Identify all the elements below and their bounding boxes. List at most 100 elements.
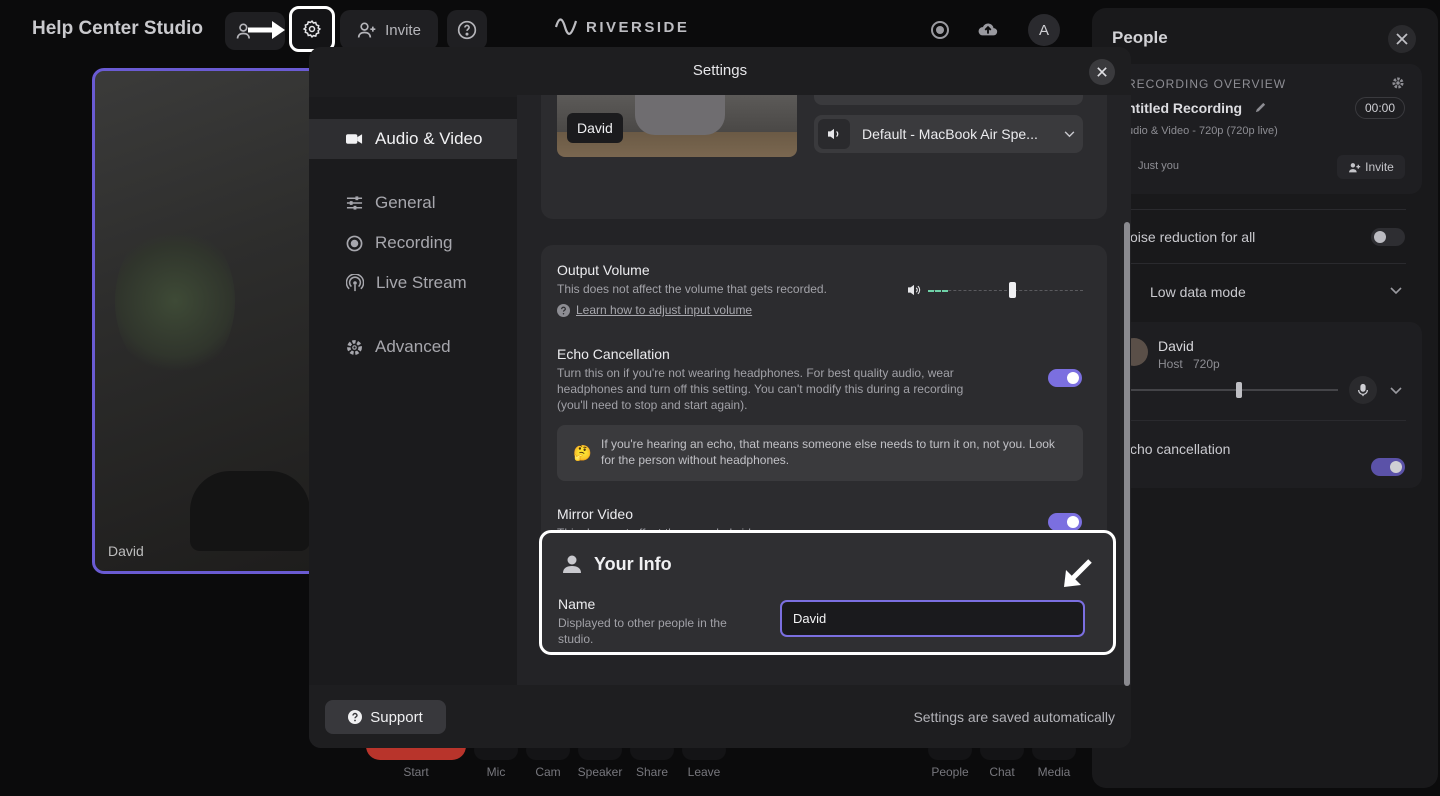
person-volume-handle[interactable] [1236, 382, 1242, 398]
record-status-icon[interactable] [930, 20, 950, 40]
invite-button[interactable]: Invite [340, 10, 438, 50]
settings-saved-note: Settings are saved automatically [913, 709, 1115, 725]
your-info-title: Your Info [594, 554, 672, 574]
settings-nav-recording[interactable]: Recording [309, 223, 517, 263]
mirror-video-title: Mirror Video [557, 506, 633, 522]
device-preview-box: David Default - MacBook Air Spe... [541, 95, 1107, 219]
control-label-share: Share [635, 765, 669, 779]
preview-name-badge: David [567, 113, 623, 143]
gear-icon [302, 19, 322, 39]
microphone-select[interactable] [814, 95, 1083, 105]
recording-timer: 00:00 [1355, 97, 1405, 119]
wave-logo-icon [554, 18, 578, 35]
overview-settings-icon[interactable] [1391, 76, 1405, 90]
edit-pencil-icon[interactable] [1254, 101, 1267, 114]
person-mic-button[interactable] [1349, 376, 1377, 404]
chevron-down-icon[interactable] [1390, 287, 1402, 295]
record-icon [346, 235, 363, 251]
help-button[interactable] [447, 10, 487, 50]
person-volume-slider[interactable] [1128, 382, 1338, 398]
panel-invite-button[interactable]: Invite [1337, 155, 1405, 179]
output-volume-slider[interactable] [928, 282, 1083, 298]
cloud-upload-icon[interactable] [977, 19, 999, 39]
invite-label: Invite [385, 21, 421, 39]
volume-icon [908, 284, 921, 296]
nav-label: General [375, 193, 436, 212]
arrow-right-annotation [248, 21, 285, 39]
name-description: Displayed to other people in the studio. [558, 616, 727, 646]
panel-divider [1128, 209, 1406, 210]
people-panel-title: People [1112, 28, 1168, 47]
settings-title: Settings [692, 62, 748, 79]
mic-icon [1357, 383, 1369, 397]
noise-reduction-label: oise reduction for all [1130, 229, 1256, 245]
output-volume-title: Output Volume [557, 262, 650, 278]
output-volume-help[interactable]: Learn how to adjust input volume [557, 303, 752, 317]
close-icon [1097, 67, 1107, 77]
speaker-icon-wrap [818, 119, 850, 149]
settings-nav-advanced[interactable]: Advanced [309, 327, 517, 367]
user-avatar[interactable]: A [1028, 14, 1060, 46]
person-role: Host [1158, 357, 1183, 371]
speaker-select[interactable]: Default - MacBook Air Spe... [814, 115, 1083, 153]
control-label-mic: Mic [486, 765, 506, 779]
audio-options-box: Output Volume This does not affect the v… [541, 245, 1107, 557]
preview-person [635, 95, 725, 135]
echo-note-text: If you're hearing an echo, that means so… [601, 437, 1055, 467]
settings-nav-general[interactable]: General [309, 183, 517, 223]
riverside-logo: RIVERSIDE [554, 18, 689, 36]
low-data-mode-label[interactable]: Low data mode [1150, 284, 1246, 300]
control-label-people: People [931, 765, 969, 779]
background-plant [115, 221, 235, 381]
broadcast-icon [346, 274, 364, 292]
chevron-down-icon [1064, 130, 1075, 137]
name-label: Name [558, 596, 596, 612]
recording-overview-heading: RECORDING OVERVIEW [1127, 77, 1287, 91]
settings-close-button[interactable] [1089, 59, 1115, 85]
chevron-down-icon[interactable] [1390, 387, 1402, 395]
studio-title: Help Center Studio [32, 18, 204, 39]
nav-label: Recording [375, 233, 453, 252]
output-volume-handle[interactable] [1009, 282, 1016, 298]
settings-nav-audio-video[interactable]: Audio & Video [309, 119, 517, 159]
control-label-cam: Cam [535, 765, 561, 779]
recording-meta: udio & Video - 720p (720p live) [1127, 125, 1278, 137]
thinking-emoji-icon: 🤔 [573, 445, 592, 462]
settings-button[interactable] [289, 6, 335, 52]
close-icon [1396, 33, 1408, 45]
brand-name: RIVERSIDE [586, 18, 690, 36]
add-user-icon [1349, 162, 1361, 172]
output-volume-help-link[interactable]: Learn how to adjust input volume [576, 303, 752, 317]
panel-invite-label: Invite [1365, 160, 1394, 174]
control-label-media: Media [1037, 765, 1071, 779]
gear-icon [347, 339, 362, 355]
person-echo-toggle[interactable] [1371, 458, 1405, 476]
name-input[interactable] [780, 600, 1085, 637]
echo-cancellation-toggle[interactable] [1048, 369, 1082, 387]
arrow-down-left-annotation [1064, 559, 1092, 587]
support-button[interactable]: Support [325, 700, 446, 734]
help-circle-icon [348, 710, 363, 724]
nav-label: Advanced [375, 337, 451, 356]
speaker-select-value: Default - MacBook Air Spe... [862, 126, 1038, 142]
settings-scrollbar[interactable] [1124, 222, 1130, 686]
control-label-speaker: Speaker [577, 765, 623, 779]
video-tile[interactable]: David [92, 68, 322, 574]
person-echo-label: cho cancellation [1130, 441, 1231, 457]
settings-footer: Support Settings are saved automatically [309, 685, 1131, 748]
video-tile-name: David [108, 543, 144, 559]
settings-nav-live-stream[interactable]: Live Stream [309, 263, 517, 303]
settings-sidebar: Audio & Video General Recording Live Str… [309, 97, 517, 685]
people-panel-close-button[interactable] [1388, 25, 1416, 53]
participants-count: Just you [1138, 160, 1179, 172]
echo-cancellation-description: Turn this on if you're not wearing headp… [557, 366, 964, 412]
noise-reduction-toggle[interactable] [1371, 228, 1405, 246]
echo-note-box: 🤔 If you're hearing an echo, that means … [557, 425, 1083, 481]
mirror-video-toggle[interactable] [1048, 513, 1082, 531]
person-icon [563, 555, 581, 573]
control-label-start: Start [403, 765, 429, 779]
support-label: Support [370, 708, 423, 726]
your-info-section: Your Info Name Displayed to other people… [539, 530, 1116, 655]
recording-title[interactable]: ntitled Recording [1127, 100, 1242, 116]
camera-icon [346, 134, 363, 144]
